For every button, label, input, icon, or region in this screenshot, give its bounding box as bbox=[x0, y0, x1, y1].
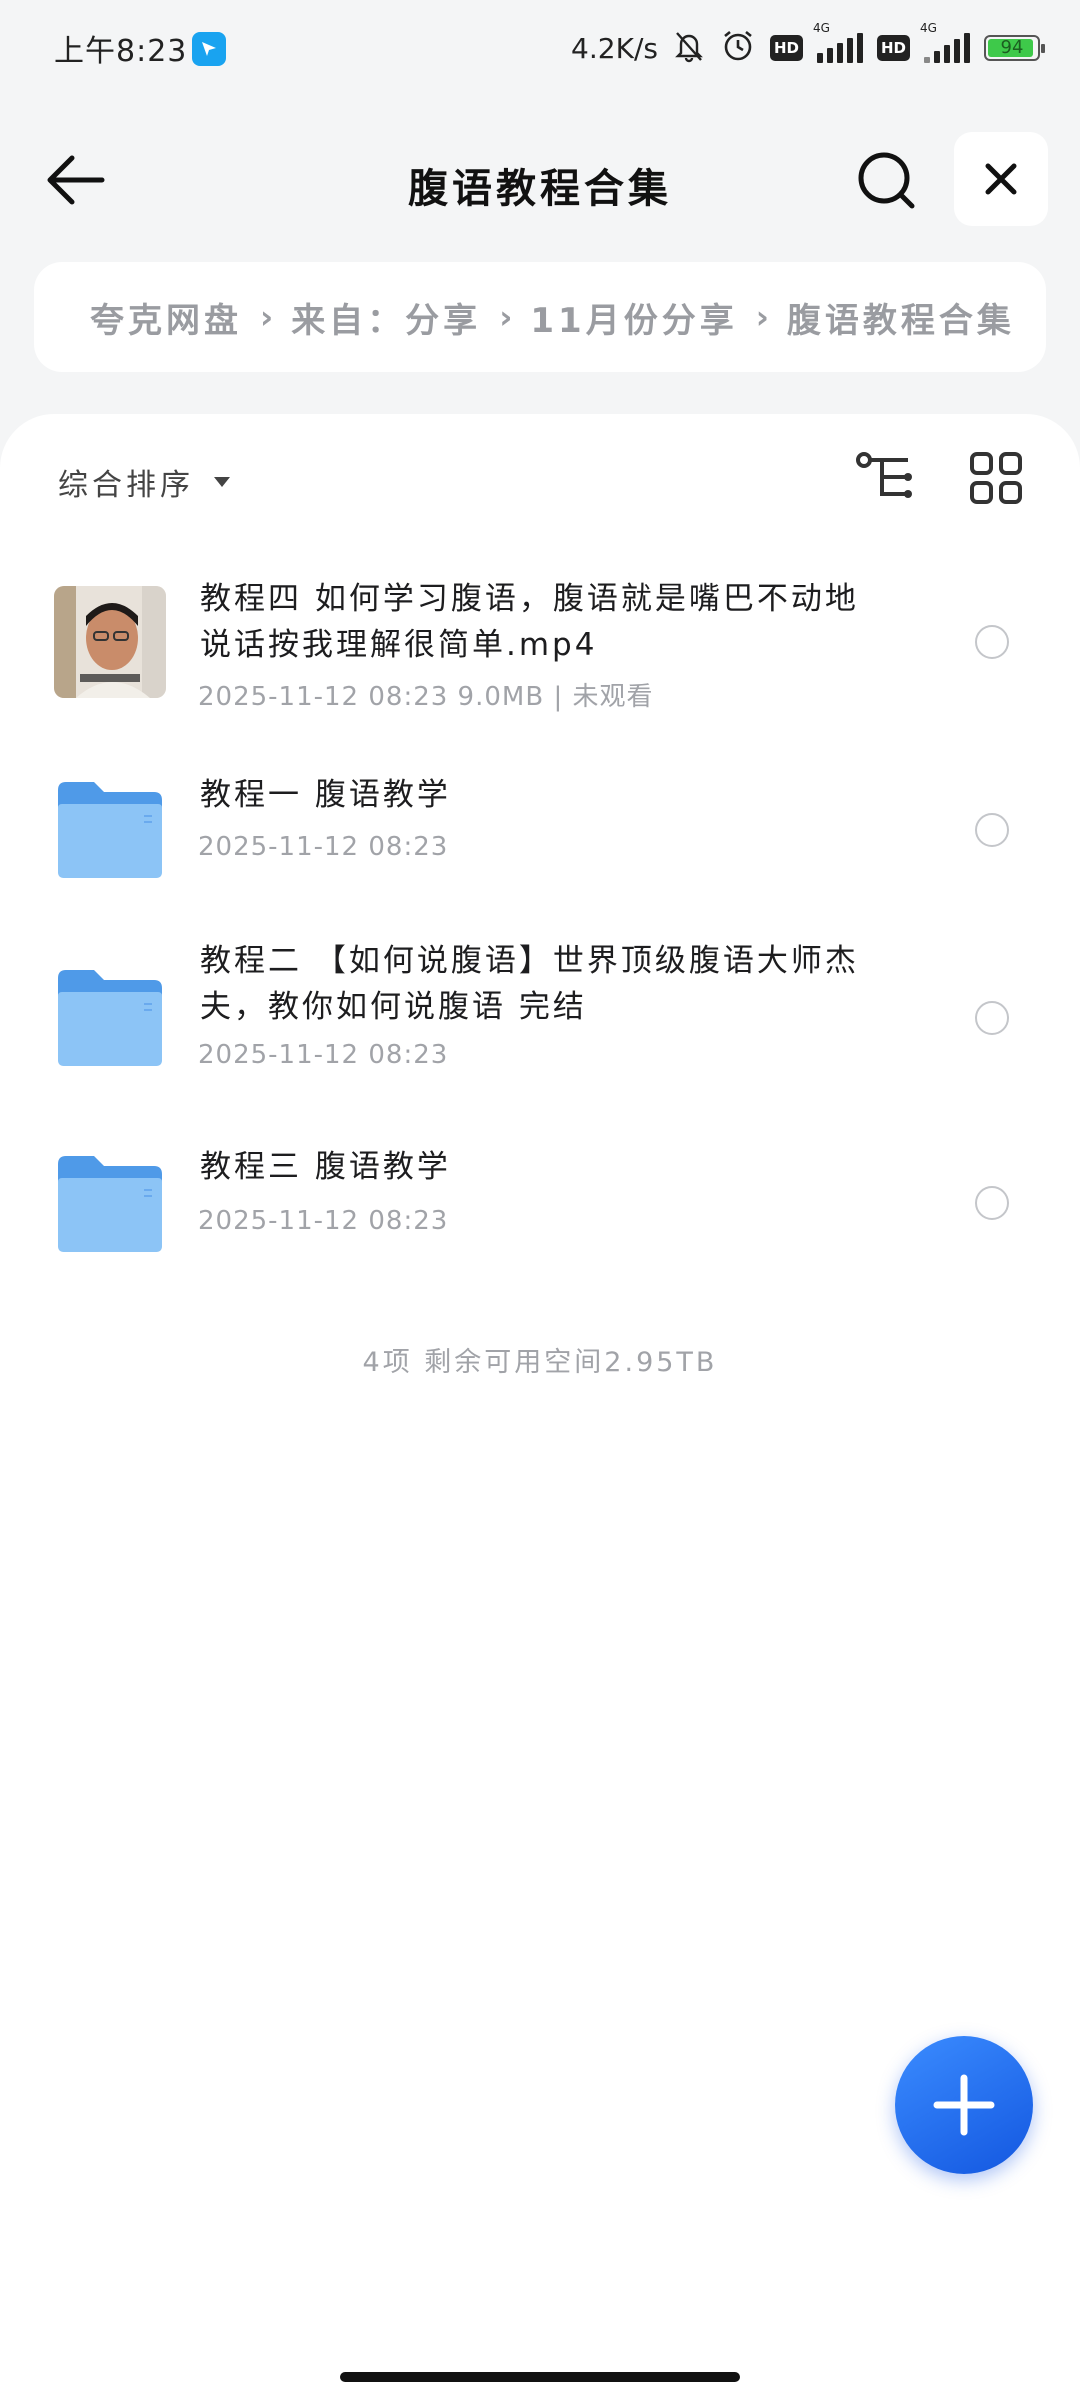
status-bar: 上午8:23 4.2K/s HD 4G HD 4G 94 bbox=[0, 0, 1080, 96]
select-radio[interactable] bbox=[975, 625, 1009, 659]
list-item[interactable]: 教程四 如何学习腹语，腹语就是嘴巴不动地说话按我理解很简单.mp4 2025-1… bbox=[0, 564, 1080, 724]
file-name: 教程四 如何学习腹语，腹语就是嘴巴不动地说话按我理解很简单.mp4 bbox=[200, 581, 859, 663]
file-name: 教程三 腹语教学 bbox=[200, 1149, 451, 1185]
bell-mute-icon bbox=[672, 29, 706, 67]
file-meta: 2025-11-12 08:23 bbox=[198, 1040, 449, 1070]
breadcrumb-item-current: 腹语教程合集 bbox=[786, 300, 1015, 341]
caret-down-icon bbox=[214, 477, 230, 487]
battery-icon: 94 bbox=[984, 35, 1045, 61]
grid-view-button[interactable] bbox=[966, 448, 1026, 508]
app-notification-icon bbox=[192, 32, 226, 66]
signal-icon-1: 4G bbox=[813, 21, 863, 63]
chevron-right-icon: › bbox=[499, 298, 513, 336]
folder-icon bbox=[58, 970, 162, 1066]
select-radio[interactable] bbox=[975, 1001, 1009, 1035]
search-button[interactable] bbox=[852, 146, 920, 214]
close-button[interactable] bbox=[954, 132, 1048, 226]
top-app-bar: 腹语教程合集 bbox=[0, 120, 1080, 240]
sort-label: 综合排序 bbox=[58, 468, 194, 503]
status-time: 上午8:23 bbox=[54, 34, 188, 69]
close-icon bbox=[985, 163, 1017, 195]
breadcrumb-item-shared[interactable]: 来自：分享 bbox=[291, 293, 481, 342]
breadcrumb: 夸克网盘 › 来自：分享 › 11月份分享 › 腹语教程合集 bbox=[34, 262, 1046, 372]
list-item[interactable]: 教程一 腹语教学 2025-11-12 08:23 bbox=[0, 750, 1080, 910]
net-speed: 4.2K/s bbox=[571, 31, 658, 65]
chevron-right-icon: › bbox=[755, 298, 769, 336]
file-name: 教程二 【如何说腹语】世界顶级腹语大师杰夫，教你如何说腹语 完结 bbox=[200, 943, 859, 1025]
search-icon bbox=[858, 152, 915, 209]
list-item[interactable]: 教程三 腹语教学 2025-11-12 08:23 bbox=[0, 1124, 1080, 1284]
file-name: 教程一 腹语教学 bbox=[200, 777, 451, 813]
alarm-icon bbox=[720, 28, 756, 68]
grid-icon bbox=[970, 452, 1022, 504]
tree-structure-icon bbox=[856, 452, 912, 498]
video-thumbnail bbox=[54, 586, 166, 698]
hd-badge-2: HD bbox=[876, 35, 910, 61]
hd-badge-1: HD bbox=[769, 35, 803, 61]
chevron-right-icon: › bbox=[260, 298, 274, 336]
list-item[interactable]: 教程二 【如何说腹语】世界顶级腹语大师杰夫，教你如何说腹语 完结 2025-11… bbox=[0, 938, 1080, 1098]
sort-dropdown[interactable]: 综合排序 bbox=[58, 460, 232, 504]
battery-level: 94 bbox=[1000, 37, 1024, 58]
file-meta: 2025-11-12 08:23 bbox=[198, 1206, 449, 1236]
add-button[interactable] bbox=[895, 2036, 1033, 2174]
breadcrumb-item-november[interactable]: 11月份分享 bbox=[530, 293, 737, 342]
select-radio[interactable] bbox=[975, 1186, 1009, 1220]
file-meta: 2025-11-12 08:23 bbox=[198, 832, 449, 862]
storage-summary: 4项 剩余可用空间2.95TB bbox=[362, 1347, 718, 1378]
signal-icon-2: 4G bbox=[920, 21, 970, 63]
select-radio[interactable] bbox=[975, 813, 1009, 847]
home-indicator[interactable] bbox=[340, 2372, 740, 2382]
folder-icon bbox=[58, 782, 162, 878]
folder-icon bbox=[58, 1156, 162, 1252]
tree-view-button[interactable] bbox=[854, 448, 918, 508]
plus-icon bbox=[933, 2074, 995, 2136]
breadcrumb-item-root[interactable]: 夸克网盘 bbox=[90, 293, 242, 342]
file-meta: 2025-11-12 08:23 9.0MB | 未观看 bbox=[198, 682, 654, 712]
